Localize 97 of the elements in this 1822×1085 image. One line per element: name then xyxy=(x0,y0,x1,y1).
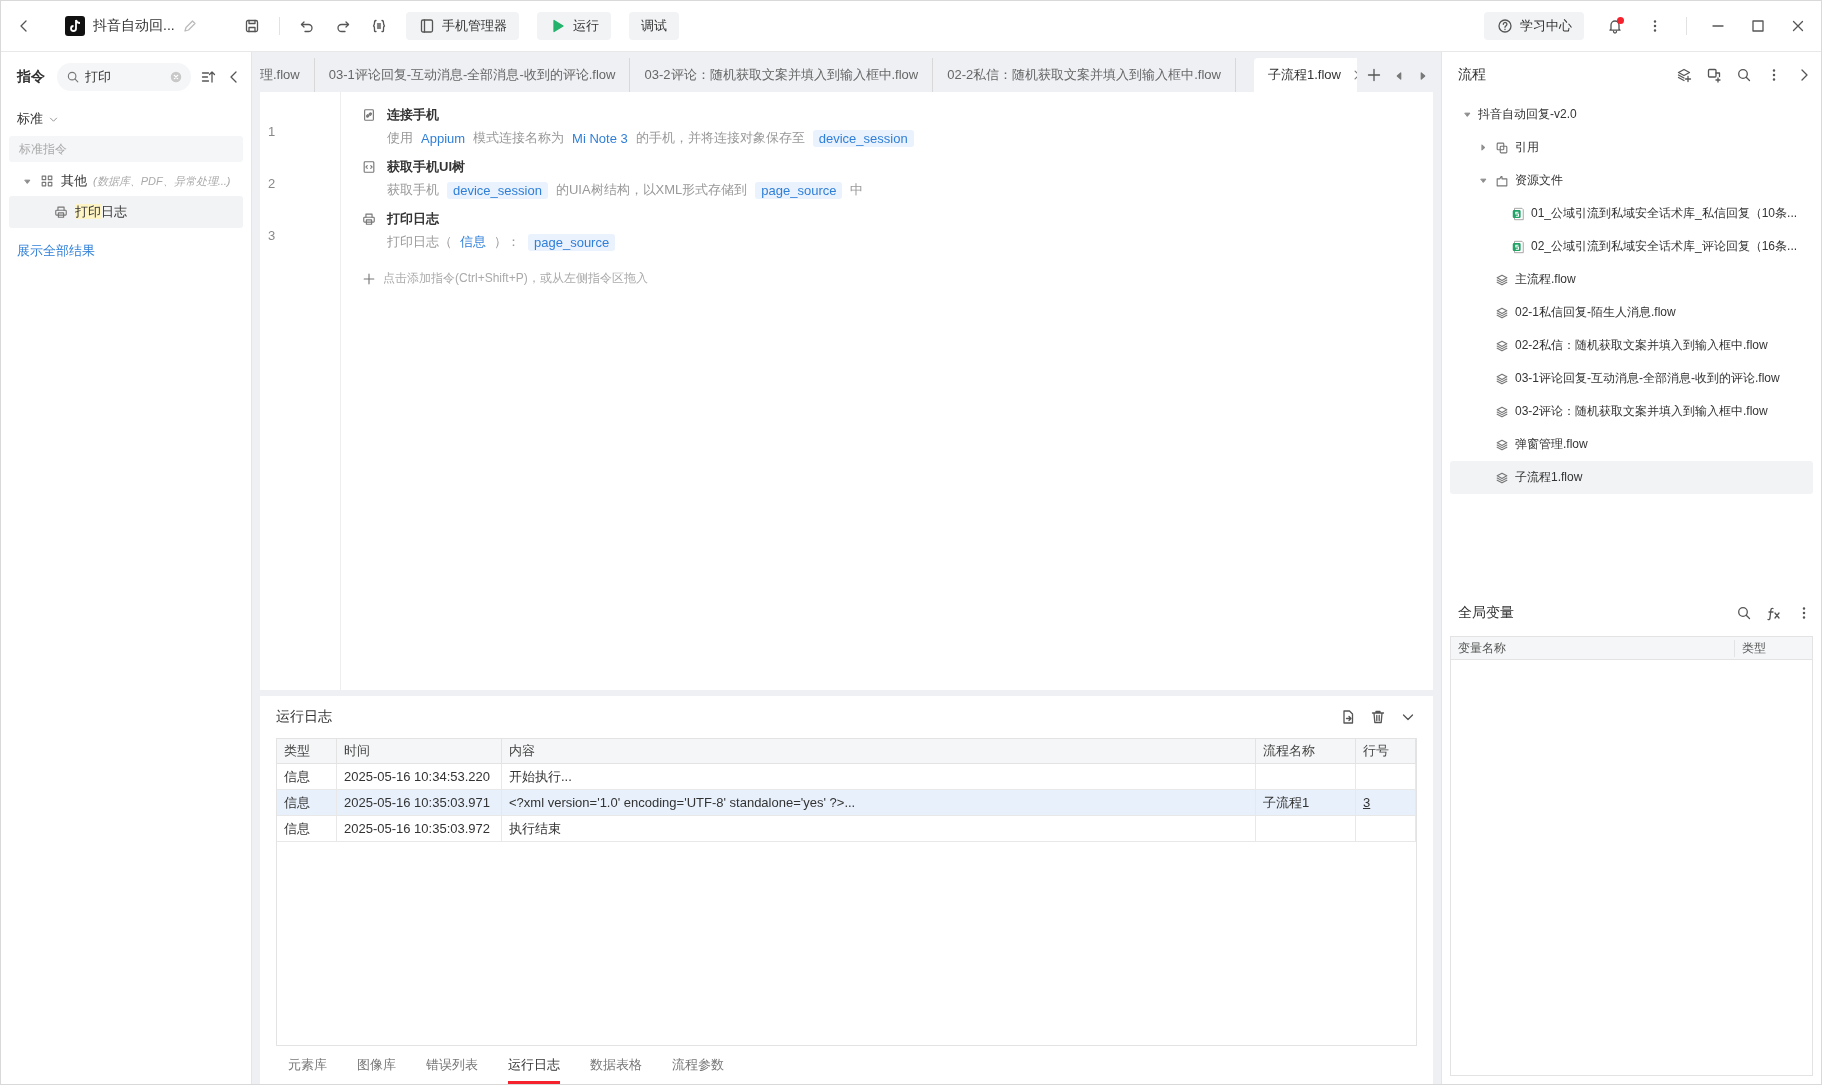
table-cell: 2025-05-16 10:35:03.972 xyxy=(344,821,490,836)
table-cell: 执行结束 xyxy=(509,820,561,836)
bottom-tab[interactable]: 数据表格 xyxy=(590,1046,642,1084)
table-row[interactable]: 信息 2025-05-16 10:35:03.971 <?xml version='1.0' encoding='UTF-8' standalone='yes' ?>... 子流程1 3 xyxy=(277,789,1416,816)
table-cell: 开始执行... xyxy=(509,768,572,784)
help-center-button[interactable]: 学习中心 xyxy=(1484,12,1584,40)
grid-icon xyxy=(39,173,55,189)
panel-title: 流程 xyxy=(1458,66,1486,84)
bottom-tab[interactable]: 错误列表 xyxy=(426,1046,478,1084)
bottom-tab[interactable]: 流程参数 xyxy=(672,1046,724,1084)
table-row[interactable]: 信息 2025-05-16 10:35:03.972 执行结束 xyxy=(277,815,1416,842)
add-layer-icon[interactable] xyxy=(1675,66,1693,84)
tree-item[interactable]: 弹窗管理.flow xyxy=(1450,428,1813,461)
panel-title: 指令 xyxy=(17,68,45,86)
column-header: 行号 xyxy=(1355,739,1416,764)
variable-tag[interactable]: device_session xyxy=(447,181,548,199)
table-cell: 子流程1 xyxy=(1263,794,1310,810)
maximize-icon[interactable] xyxy=(1749,17,1767,35)
debug-button[interactable]: 调试 xyxy=(628,12,679,40)
parameter-value[interactable]: Mi Note 3 xyxy=(572,130,628,146)
line-number: 3 xyxy=(267,227,277,245)
parameter-value[interactable]: 信息 xyxy=(460,233,486,251)
link-phone-icon xyxy=(361,107,377,123)
panel-title: 全局变量 xyxy=(1458,604,1514,622)
table-row[interactable]: 信息 2025-05-16 10:34:53.220 开始执行... xyxy=(277,763,1416,790)
step-title: 获取手机UI树 xyxy=(387,158,465,176)
table-cell: 2025-05-16 10:35:03.971 xyxy=(344,795,490,810)
search-icon[interactable] xyxy=(1735,604,1753,622)
add-tab-icon[interactable] xyxy=(1365,66,1383,84)
delete-icon[interactable] xyxy=(1369,708,1387,726)
tree-item[interactable]: 02-2私信：随机获取文案并填入到输入框中.flow xyxy=(1450,329,1813,362)
variable-tag[interactable]: page_source xyxy=(755,181,843,199)
tree-item[interactable]: 01_公域引流到私域安全话术库_私信回复（10条... xyxy=(1450,197,1813,230)
bottom-tab[interactable]: 运行日志 xyxy=(508,1046,560,1084)
column-header: 类型 xyxy=(1741,639,1767,657)
step-title: 打印日志 xyxy=(387,210,439,228)
spreadsheet-icon xyxy=(1510,205,1526,222)
show-all-link[interactable]: 展示全部结果 xyxy=(9,228,103,274)
step-text: ）： xyxy=(494,233,520,251)
step-text: 中 xyxy=(850,181,864,199)
group-label: 其他 xyxy=(61,172,87,190)
step-text: 的手机，并将连接对象保存至 xyxy=(635,129,805,147)
column-header: 时间 xyxy=(336,739,502,764)
tree-item[interactable]: 02_公域引流到私域安全话术库_评论回复（16条... xyxy=(1450,230,1813,263)
parameter-value[interactable]: Appium xyxy=(421,130,466,146)
command-item[interactable]: 打印 日志 xyxy=(9,196,243,228)
search-icon xyxy=(65,69,81,85)
tree-item[interactable]: 引用 xyxy=(1450,131,1813,164)
bottom-tab[interactable]: 图像库 xyxy=(357,1046,396,1084)
column-header: 内容 xyxy=(501,739,1256,764)
variable-tag[interactable]: page_source xyxy=(528,233,616,251)
step-text: 的UIA树结构，以XML形式存储到 xyxy=(555,181,748,199)
window-title: 抖音自动回... xyxy=(93,17,175,35)
section-header: 标准指令 xyxy=(9,136,243,162)
column-header: 类型 xyxy=(277,739,337,764)
help-icon xyxy=(1496,17,1514,35)
search-icon[interactable] xyxy=(1735,66,1753,84)
panel-title: 运行日志 xyxy=(276,708,332,726)
printer-icon xyxy=(53,204,69,220)
column-header: 流程名称 xyxy=(1255,739,1356,764)
run-button[interactable]: 运行 xyxy=(536,12,611,40)
step-title: 连接手机 xyxy=(387,106,439,124)
table-cell: <?xml version='1.0' encoding='UTF-8' standalone='yes' ?>... xyxy=(509,795,856,810)
bottom-tab[interactable]: 元素库 xyxy=(288,1046,327,1084)
add-copy-icon[interactable] xyxy=(1705,66,1723,84)
tree-item[interactable]: 子流程1.flow xyxy=(1450,461,1813,494)
step-text: 打印日志（ xyxy=(387,233,452,251)
command-label: 打印 日志 xyxy=(75,203,127,221)
device-manager-button[interactable]: 手机管理器 xyxy=(405,12,519,40)
line-number: 2 xyxy=(267,175,277,193)
tree-item[interactable]: 03-1评论回复-互动消息-全部消息-收到的评论.flow xyxy=(1450,362,1813,395)
code-icon xyxy=(361,159,377,175)
step-text: 模式连接名称为 xyxy=(473,129,565,147)
step-text: 获取手机 xyxy=(387,181,439,199)
printer-icon xyxy=(361,211,377,227)
app-logo-icon xyxy=(65,16,85,36)
tree-item[interactable]: 资源文件 xyxy=(1450,164,1813,197)
category-dropdown[interactable]: 标准 xyxy=(9,108,67,130)
step-text: 使用 xyxy=(387,129,413,147)
notification-bell-icon[interactable] xyxy=(1606,17,1624,35)
file-tab[interactable]: 子流程1.flow xyxy=(1254,58,1357,92)
tree-item[interactable]: 02-1私信回复-陌生人消息.flow xyxy=(1450,296,1813,329)
line-link[interactable]: 3 xyxy=(1363,795,1371,810)
group-hint: (数据库、PDF、异常处理...) xyxy=(93,173,231,189)
tree-item[interactable]: 抖音自动回复-v2.0 xyxy=(1450,98,1813,131)
column-header: 变量名称 xyxy=(1451,639,1735,657)
spreadsheet-icon xyxy=(1510,238,1526,255)
table-cell: 信息 xyxy=(284,820,310,836)
search-field[interactable]: 打印 xyxy=(57,63,191,91)
variable-tag[interactable]: device_session xyxy=(812,129,914,147)
line-number: 1 xyxy=(267,123,277,141)
table-cell: 信息 xyxy=(284,768,310,784)
tree-item[interactable]: 03-2评论：随机获取文案并填入到输入框中.flow xyxy=(1450,395,1813,428)
tree-item[interactable]: 主流程.flow xyxy=(1450,263,1813,296)
table-cell: 信息 xyxy=(284,794,310,810)
table-cell: 2025-05-16 10:34:53.220 xyxy=(344,769,490,784)
tree-item[interactable]: 其他 (数据库、PDF、异常处理...) xyxy=(9,166,243,196)
